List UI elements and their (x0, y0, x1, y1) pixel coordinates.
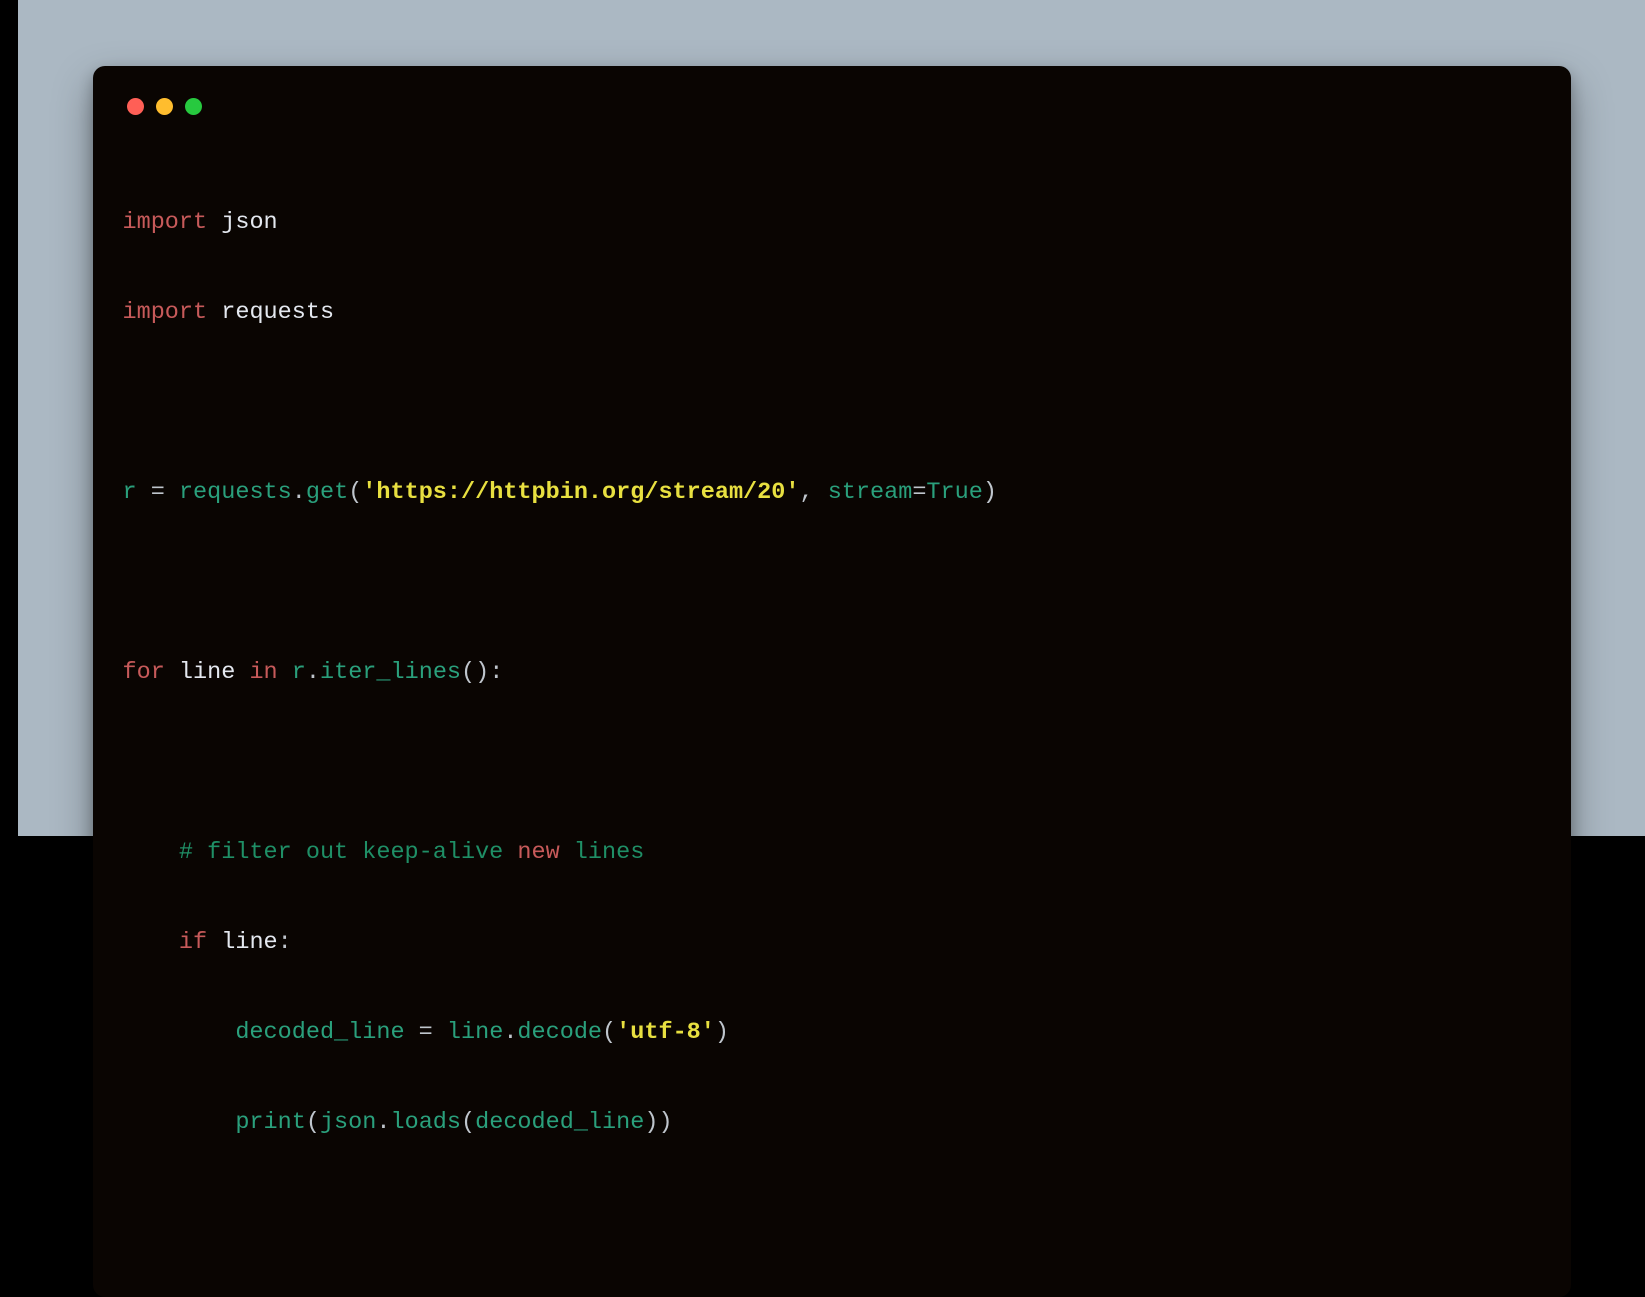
var-decoded-line: decoded_line (235, 1019, 404, 1046)
canvas-background: import json import requests r = requests… (18, 0, 1645, 836)
code-line: for line in r.iter_lines(): (123, 650, 1541, 695)
code-line: import json (123, 200, 1541, 245)
code-block: import json import requests r = requests… (123, 155, 1541, 1235)
method-decode: decode (517, 1019, 602, 1046)
code-window: import json import requests r = requests… (93, 66, 1571, 1297)
space (207, 299, 221, 326)
paren-close: ) (715, 1019, 729, 1046)
string-url: 'https://httpbin.org/stream/20' (362, 479, 799, 506)
comma: , (799, 479, 813, 506)
window-controls (123, 92, 1541, 115)
keyword-for: for (123, 659, 165, 686)
op-equals: = (151, 479, 165, 506)
space (433, 1019, 447, 1046)
comment-text: # filter out keep-alive (179, 839, 517, 866)
paren-close: ) (983, 479, 997, 506)
code-line-blank (123, 560, 1541, 605)
var-r-ref: r (292, 659, 306, 686)
method-get: get (306, 479, 348, 506)
module-requests: requests (221, 299, 334, 326)
module-requests-ref: requests (179, 479, 292, 506)
op-dot: . (292, 479, 306, 506)
space (207, 929, 221, 956)
paren-open: ( (348, 479, 362, 506)
code-line: decoded_line = line.decode('utf-8') (123, 1010, 1541, 1055)
code-line: import requests (123, 290, 1541, 335)
code-line: r = requests.get('https://httpbin.org/st… (123, 470, 1541, 515)
space (814, 479, 828, 506)
func-print: print (235, 1109, 306, 1136)
keyword-in: in (249, 659, 277, 686)
indent (123, 839, 179, 866)
space (165, 659, 179, 686)
colon: : (278, 929, 292, 956)
var-r: r (123, 479, 137, 506)
method-iter-lines: iter_lines (320, 659, 461, 686)
string-utf8: 'utf-8' (616, 1019, 715, 1046)
space (405, 1019, 419, 1046)
paren-open: ( (306, 1109, 320, 1136)
op-dot: . (376, 1109, 390, 1136)
space (278, 659, 292, 686)
call-parens-colon: (): (461, 659, 503, 686)
paren-open: ( (461, 1109, 475, 1136)
op-dot: . (306, 659, 320, 686)
indent (123, 1019, 236, 1046)
comment-tail: lines (560, 839, 645, 866)
close-icon[interactable] (127, 98, 144, 115)
keyword-if: if (179, 929, 207, 956)
code-line: if line: (123, 920, 1541, 965)
paren-close: ) (658, 1109, 672, 1136)
paren-open: ( (602, 1019, 616, 1046)
space (165, 479, 179, 506)
op-dot: . (503, 1019, 517, 1046)
const-true: True (926, 479, 982, 506)
space (207, 209, 221, 236)
indent (123, 1109, 236, 1136)
left-edge-strip (0, 0, 18, 836)
code-line: # filter out keep-alive new lines (123, 830, 1541, 875)
module-json: json (221, 209, 277, 236)
code-line: print(json.loads(decoded_line)) (123, 1100, 1541, 1145)
var-line-ref: line (221, 929, 277, 956)
minimize-icon[interactable] (156, 98, 173, 115)
kwarg-stream: stream (828, 479, 913, 506)
var-line: line (179, 659, 235, 686)
paren-close: ) (644, 1109, 658, 1136)
keyword-import: import (123, 299, 208, 326)
space (137, 479, 151, 506)
code-line-blank (123, 740, 1541, 785)
space (235, 659, 249, 686)
arg-decoded-line: decoded_line (475, 1109, 644, 1136)
method-loads: loads (390, 1109, 461, 1136)
zoom-icon[interactable] (185, 98, 202, 115)
comment-new: new (517, 839, 559, 866)
keyword-import: import (123, 209, 208, 236)
op-equals: = (419, 1019, 433, 1046)
module-json-ref: json (320, 1109, 376, 1136)
code-line-blank (123, 380, 1541, 425)
var-line-ref: line (447, 1019, 503, 1046)
op-equals: = (912, 479, 926, 506)
indent (123, 929, 179, 956)
